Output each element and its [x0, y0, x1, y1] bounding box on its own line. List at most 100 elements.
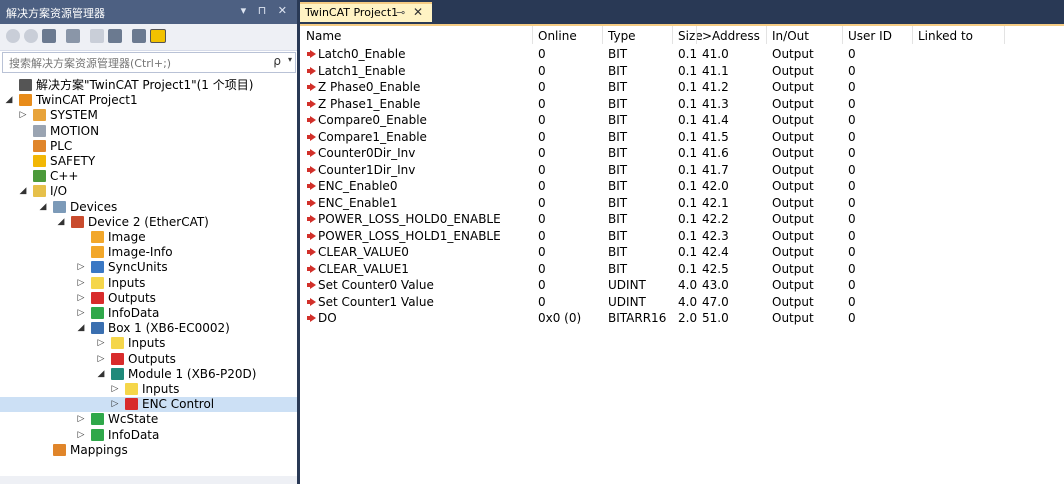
expand-arrow-icon[interactable]: ▷ [96, 352, 106, 367]
table-row[interactable]: Set Counter0 Value 0 UDINT 4.0 43.0 Output 0 [300, 277, 1064, 293]
collapse-arrow-icon[interactable]: ◢ [38, 200, 48, 215]
column-separator[interactable] [842, 26, 843, 44]
table-row[interactable]: Counter1Dir_Inv 0 BIT 0.1 41.7 Output 0 [300, 162, 1064, 178]
collapse-arrow-icon[interactable]: ◢ [76, 321, 86, 336]
tree-item[interactable]: ◢ Devices [0, 200, 297, 215]
table-row[interactable]: Z Phase1_Enable 0 BIT 0.1 41.3 Output 0 [300, 96, 1064, 112]
column-separator[interactable] [602, 26, 603, 44]
tree-item-label: MOTION [50, 124, 100, 138]
tree-item[interactable]: ◢ Device 2 (EtherCAT) [0, 215, 297, 230]
expand-arrow-icon[interactable]: ▷ [96, 336, 106, 351]
cell-inout: Output [772, 63, 814, 78]
tree-item[interactable]: ▷ Inputs [0, 336, 297, 351]
col-type-header[interactable]: Type [608, 28, 636, 44]
table-row[interactable]: ENC_Enable1 0 BIT 0.1 42.1 Output 0 [300, 195, 1064, 211]
back-icon[interactable] [6, 29, 20, 43]
search-icon[interactable]: ρ [273, 54, 281, 68]
col-linkedto-header[interactable]: Linked to [918, 28, 973, 44]
table-row[interactable]: DO 0x0 (0) BITARR16 2.0 51.0 Output 0 [300, 310, 1064, 326]
expand-arrow-icon[interactable]: ▷ [76, 306, 86, 321]
tree-item[interactable]: ▷ WcState [0, 412, 297, 427]
tree-item[interactable]: ▷ Inputs [0, 382, 297, 397]
forward-icon[interactable] [24, 29, 38, 43]
collapse-all-icon[interactable] [108, 29, 122, 43]
tree-item[interactable]: Image-Info [0, 245, 297, 260]
table-row[interactable]: POWER_LOSS_HOLD0_ENABLE 0 BIT 0.1 42.2 Output… [300, 211, 1064, 227]
tree-item[interactable]: ◢ I/O [0, 184, 297, 199]
collapse-arrow-icon[interactable]: ◢ [96, 367, 106, 382]
tree-item[interactable]: ▷ Inputs [0, 276, 297, 291]
col-userid-header[interactable]: User ID [848, 28, 892, 44]
col-address-header[interactable]: >Address [702, 28, 760, 44]
tree-item[interactable]: ▷ Outputs [0, 352, 297, 367]
tree-item[interactable]: PLC [0, 139, 297, 154]
tree-item[interactable]: ◢ Module 1 (XB6-P20D) [0, 367, 297, 382]
tree-item[interactable]: ▷ SyncUnits [0, 260, 297, 275]
expand-arrow-icon[interactable]: ▷ [76, 291, 86, 306]
col-name-header[interactable]: Name [306, 28, 341, 44]
tree-item[interactable]: Mappings [0, 443, 297, 458]
inputs-icon [91, 277, 104, 289]
column-separator[interactable] [672, 26, 673, 44]
table-row[interactable]: Set Counter1 Value 0 UDINT 4.0 47.0 Output 0 [300, 294, 1064, 310]
expand-arrow-icon[interactable]: ▷ [76, 428, 86, 443]
table-row[interactable]: Z Phase0_Enable 0 BIT 0.1 41.2 Output 0 [300, 79, 1064, 95]
collapse-arrow-icon[interactable]: ◢ [56, 215, 66, 230]
column-separator[interactable] [1004, 26, 1005, 44]
preview-icon[interactable] [150, 29, 166, 43]
tree-item[interactable]: ▷ Outputs [0, 291, 297, 306]
column-separator[interactable] [696, 26, 697, 44]
table-row[interactable]: Compare0_Enable 0 BIT 0.1 41.4 Output 0 [300, 112, 1064, 128]
table-row[interactable]: Latch1_Enable 0 BIT 0.1 41.1 Output 0 [300, 63, 1064, 79]
collapse-arrow-icon[interactable]: ◢ [18, 184, 28, 199]
collapse-arrow-icon[interactable]: ◢ [4, 93, 14, 108]
pin-icon[interactable]: ⊸ [396, 6, 405, 19]
col-inout-header[interactable]: In/Out [772, 28, 809, 44]
properties-wrench-icon[interactable] [132, 29, 146, 43]
table-row[interactable]: Compare1_Enable 0 BIT 0.1 41.5 Output 0 [300, 129, 1064, 145]
expand-arrow-icon[interactable]: ▷ [110, 397, 120, 412]
table-row[interactable]: ENC_Enable0 0 BIT 0.1 42.0 Output 0 [300, 178, 1064, 194]
tree-item[interactable]: ◢ TwinCAT Project1 [0, 93, 297, 108]
col-online-header[interactable]: Online [538, 28, 577, 44]
cell-name: Latch0_Enable [306, 46, 405, 62]
expand-arrow-icon[interactable]: ▷ [110, 382, 120, 397]
sync-icon[interactable] [90, 29, 104, 43]
column-separator[interactable] [766, 26, 767, 44]
expand-arrow-icon[interactable]: ▷ [76, 260, 86, 275]
panel-window-controls[interactable]: ▾ ⊓ ✕ [241, 4, 291, 17]
expand-arrow-icon[interactable]: ▷ [76, 276, 86, 291]
home-icon[interactable] [42, 29, 56, 43]
table-row[interactable]: Counter0Dir_Inv 0 BIT 0.1 41.6 Output 0 [300, 145, 1064, 161]
column-separator[interactable] [532, 26, 533, 44]
tab-twincat-project1[interactable]: TwinCAT Project1 ⊸ ✕ [300, 2, 432, 22]
tree-item-label: Device 2 (EtherCAT) [88, 215, 209, 229]
column-separator[interactable] [912, 26, 913, 44]
expand-arrow-icon[interactable]: ▷ [18, 108, 28, 123]
table-row[interactable]: POWER_LOSS_HOLD1_ENABLE 0 BIT 0.1 42.3 Output… [300, 228, 1064, 244]
tree-item[interactable]: ▷ InfoData [0, 306, 297, 321]
tree-item[interactable]: C++ [0, 169, 297, 184]
col-size-header[interactable]: Size [678, 28, 703, 44]
table-row[interactable]: CLEAR_VALUE1 0 BIT 0.1 42.5 Output 0 [300, 261, 1064, 277]
search-options-chevron-icon[interactable]: ▾ [288, 55, 292, 64]
history-icon[interactable] [66, 29, 80, 43]
tree-item[interactable]: ▷ InfoData [0, 428, 297, 443]
tree-item[interactable]: ◢ Box 1 (XB6-EC0002) [0, 321, 297, 336]
solution-search-box[interactable]: ρ ▾ [2, 52, 296, 73]
solution-search-input[interactable] [7, 54, 266, 72]
cell-address: 41.1 [702, 63, 729, 78]
tree-item[interactable]: Image [0, 230, 297, 245]
outputs-icon [111, 353, 124, 365]
tree-item[interactable]: ▷ ENC Control [0, 397, 297, 412]
tree-item[interactable]: ▷ SYSTEM [0, 108, 297, 123]
tree-item[interactable]: 解决方案"TwinCAT Project1"(1 个项目) [0, 78, 297, 93]
table-row[interactable]: CLEAR_VALUE0 0 BIT 0.1 42.4 Output 0 [300, 244, 1064, 260]
cell-userid: 0 [848, 245, 856, 259]
tree-item[interactable]: SAFETY [0, 154, 297, 169]
tree-item[interactable]: MOTION [0, 124, 297, 139]
close-icon[interactable]: ✕ [413, 5, 423, 19]
cell-name: ENC_Enable1 [306, 195, 397, 211]
table-row[interactable]: Latch0_Enable 0 BIT 0.1 41.0 Output 0 [300, 46, 1064, 62]
expand-arrow-icon[interactable]: ▷ [76, 412, 86, 427]
